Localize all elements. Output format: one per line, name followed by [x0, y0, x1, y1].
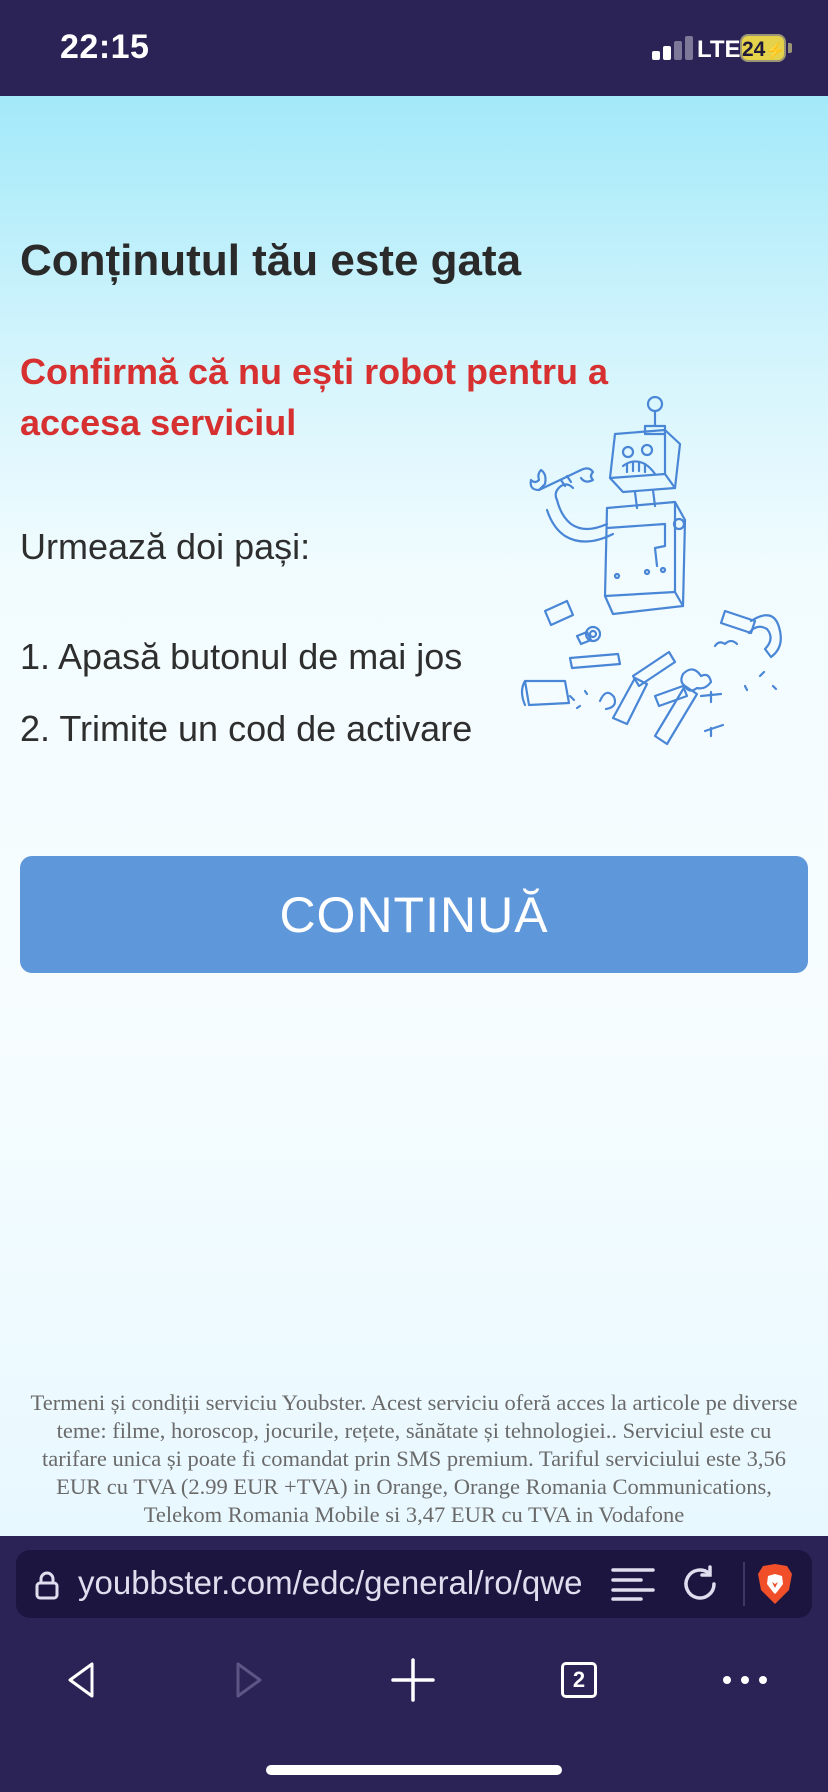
tab-count: 2 — [561, 1662, 597, 1698]
reader-mode-icon[interactable] — [610, 1566, 656, 1602]
status-time: 22:15 — [60, 28, 150, 66]
back-icon[interactable] — [52, 1650, 112, 1710]
step-1: 1. Apasă butonul de mai jos — [20, 636, 463, 677]
home-indicator[interactable] — [266, 1765, 562, 1775]
tabs-icon[interactable]: 2 — [549, 1650, 609, 1710]
more-icon[interactable] — [715, 1650, 775, 1710]
status-bar: 22:15 LTE 24⚡ — [0, 0, 828, 96]
url-divider — [743, 1562, 745, 1606]
reload-icon[interactable] — [680, 1564, 720, 1604]
terms-text: Termeni și condiții serviciu Youbster. A… — [30, 1390, 798, 1527]
brave-shield-icon[interactable] — [756, 1562, 794, 1606]
signal-icon — [652, 36, 694, 60]
browser-toolbar: 2 — [0, 1630, 828, 1730]
battery-charging-icon: 24⚡ — [740, 34, 786, 62]
battery-tip — [788, 43, 792, 53]
forward-icon[interactable] — [218, 1650, 278, 1710]
broken-robot-illustration — [520, 396, 782, 746]
continue-button[interactable]: CONTINUĂ — [20, 856, 808, 973]
new-tab-icon[interactable] — [383, 1650, 443, 1710]
page-title: Conținutul tău este gata — [20, 236, 522, 285]
network-type: LTE — [697, 36, 741, 63]
step-2: 2. Trimite un cod de activare — [20, 708, 473, 749]
battery-level: 24 — [742, 38, 766, 61]
web-content: Conținutul tău este gata Confirmă că nu … — [0, 96, 828, 1536]
lock-icon — [35, 1571, 59, 1600]
url-bar[interactable]: youbbster.com/edc/general/ro/qwe — [16, 1550, 812, 1618]
url-text[interactable]: youbbster.com/edc/general/ro/qwe — [78, 1564, 608, 1604]
steps-intro: Urmează doi pași: — [20, 526, 311, 567]
